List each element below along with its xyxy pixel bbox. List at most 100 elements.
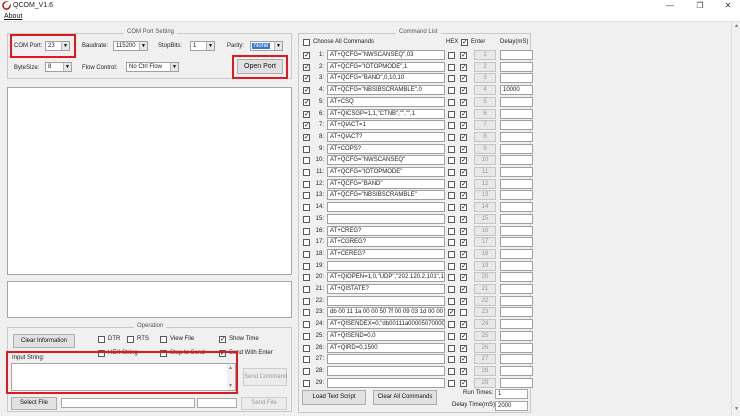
command-send-button[interactable]: 22 bbox=[474, 295, 496, 306]
command-send-button[interactable]: 16 bbox=[474, 225, 496, 236]
command-send-button[interactable]: 29 bbox=[474, 377, 496, 388]
run-times-field[interactable]: 1 bbox=[495, 389, 528, 399]
command-select-checkbox[interactable] bbox=[303, 239, 310, 247]
command-enter-checkbox[interactable]: ✓ bbox=[460, 192, 467, 200]
command-hex-checkbox[interactable] bbox=[448, 332, 455, 340]
command-send-button[interactable]: 14 bbox=[474, 202, 496, 213]
command-send-button[interactable]: 3 bbox=[474, 73, 496, 84]
command-enter-checkbox[interactable]: ✓ bbox=[460, 332, 467, 340]
stopbits-select[interactable]: 1 ▼ bbox=[190, 41, 215, 51]
command-hex-checkbox[interactable] bbox=[448, 239, 455, 247]
rts-checkbox[interactable] bbox=[127, 336, 134, 343]
command-send-button[interactable]: 5 bbox=[474, 96, 496, 107]
command-hex-checkbox[interactable] bbox=[448, 180, 455, 188]
command-select-checkbox[interactable] bbox=[303, 297, 310, 305]
command-select-checkbox[interactable] bbox=[303, 379, 310, 387]
command-input[interactable]: AT+QCFG="NBSIBSCRAMBLE",0 bbox=[327, 85, 445, 96]
command-select-checkbox[interactable] bbox=[303, 215, 310, 223]
command-select-checkbox[interactable] bbox=[303, 180, 310, 188]
command-select-checkbox[interactable] bbox=[303, 192, 310, 200]
maximize-icon[interactable]: ❐ bbox=[690, 0, 710, 12]
command-enter-checkbox[interactable]: ✓ bbox=[460, 145, 467, 153]
command-delay-field[interactable] bbox=[500, 143, 533, 154]
command-delay-field[interactable] bbox=[500, 202, 533, 213]
command-select-checkbox[interactable]: ✓ bbox=[303, 52, 310, 59]
command-input[interactable]: AT+QISEND=0,0 bbox=[327, 330, 445, 341]
command-delay-field[interactable] bbox=[500, 50, 533, 60]
command-delay-field[interactable] bbox=[500, 377, 533, 388]
command-select-checkbox[interactable] bbox=[303, 227, 310, 235]
command-send-button[interactable]: 8 bbox=[474, 131, 496, 142]
load-text-script-button[interactable]: Load Text Script bbox=[302, 390, 366, 405]
command-hex-checkbox[interactable] bbox=[448, 356, 455, 364]
command-delay-field[interactable] bbox=[500, 167, 533, 177]
log-area[interactable] bbox=[7, 281, 292, 318]
command-hex-checkbox[interactable] bbox=[448, 379, 455, 387]
open-port-button[interactable]: Open Port bbox=[237, 59, 283, 74]
command-send-button[interactable]: 4 bbox=[474, 85, 496, 96]
command-select-checkbox[interactable] bbox=[303, 145, 310, 153]
command-input[interactable] bbox=[327, 202, 445, 213]
command-select-checkbox[interactable] bbox=[303, 367, 310, 375]
command-hex-checkbox[interactable] bbox=[448, 204, 455, 212]
command-hex-checkbox[interactable] bbox=[448, 286, 455, 293]
command-input[interactable]: AT+CEREG? bbox=[327, 248, 445, 259]
command-hex-checkbox[interactable] bbox=[448, 63, 455, 71]
command-select-checkbox[interactable]: ✓ bbox=[303, 63, 310, 71]
command-hex-checkbox[interactable] bbox=[448, 215, 455, 223]
scroll-down-icon[interactable]: ▼ bbox=[734, 406, 739, 412]
command-enter-checkbox[interactable]: ✓ bbox=[460, 379, 467, 387]
command-input[interactable]: AT+CGREG? bbox=[327, 237, 445, 248]
command-input[interactable]: AT+QCFG="IOTOPMODE" bbox=[327, 167, 445, 177]
command-delay-field[interactable] bbox=[500, 330, 533, 341]
command-hex-checkbox[interactable] bbox=[448, 98, 455, 106]
command-enter-checkbox[interactable]: ✓ bbox=[460, 204, 467, 212]
command-enter-checkbox[interactable]: ✓ bbox=[460, 87, 467, 95]
command-select-checkbox[interactable] bbox=[303, 169, 310, 176]
command-hex-checkbox[interactable] bbox=[448, 250, 455, 258]
command-send-button[interactable]: 24 bbox=[474, 319, 496, 330]
command-select-checkbox[interactable]: ✓ bbox=[303, 133, 310, 141]
command-delay-field[interactable] bbox=[500, 190, 533, 201]
command-input[interactable]: AT+QISTATE? bbox=[327, 284, 445, 294]
file-path-field[interactable] bbox=[61, 398, 195, 408]
command-delay-field[interactable] bbox=[500, 307, 533, 318]
command-enter-checkbox[interactable]: ✓ bbox=[460, 239, 467, 247]
enter-all-checkbox[interactable]: ✓ bbox=[461, 39, 468, 46]
command-enter-checkbox[interactable]: ✓ bbox=[460, 356, 467, 364]
show-time-checkbox[interactable]: ✓ bbox=[219, 336, 226, 343]
command-select-checkbox[interactable]: ✓ bbox=[303, 75, 310, 83]
command-input[interactable]: AT+QCFG="BAND" bbox=[327, 178, 445, 189]
delay-time-field[interactable]: 2000 bbox=[495, 401, 528, 411]
command-delay-field[interactable] bbox=[500, 178, 533, 189]
command-enter-checkbox[interactable]: ✓ bbox=[460, 52, 467, 59]
command-input[interactable] bbox=[327, 354, 445, 365]
command-send-button[interactable]: 9 bbox=[474, 143, 496, 154]
command-enter-checkbox[interactable]: ✓ bbox=[460, 133, 467, 141]
command-input[interactable]: AT+QIOPEN=1,0,"UDP","202.120.2.101",12 bbox=[327, 272, 445, 283]
command-send-button[interactable]: 23 bbox=[474, 307, 496, 318]
command-hex-checkbox[interactable]: ✓ bbox=[448, 309, 455, 317]
command-delay-field[interactable] bbox=[500, 108, 533, 119]
command-enter-checkbox[interactable]: ✓ bbox=[460, 250, 467, 258]
command-send-button[interactable]: 11 bbox=[474, 167, 496, 177]
command-input[interactable]: AT+QISENDEX=0,"db00111a000050700009 bbox=[327, 319, 445, 330]
send-file-button[interactable]: Send File bbox=[241, 397, 287, 410]
command-select-checkbox[interactable] bbox=[303, 157, 310, 165]
menu-about[interactable]: About bbox=[4, 13, 22, 20]
command-select-checkbox[interactable] bbox=[303, 356, 310, 364]
command-send-button[interactable]: 2 bbox=[474, 61, 496, 72]
command-hex-checkbox[interactable] bbox=[448, 52, 455, 59]
command-delay-field[interactable] bbox=[500, 120, 533, 131]
choose-all-checkbox[interactable] bbox=[303, 39, 310, 46]
command-enter-checkbox[interactable]: ✓ bbox=[460, 297, 467, 305]
command-input[interactable]: AT+QCFG="IOTOPMODE",1 bbox=[327, 61, 445, 72]
clear-information-button[interactable]: Clear Information bbox=[13, 334, 75, 348]
command-hex-checkbox[interactable] bbox=[448, 274, 455, 282]
command-enter-checkbox[interactable]: ✓ bbox=[460, 122, 467, 130]
receive-output-area[interactable] bbox=[7, 87, 292, 275]
command-input[interactable]: AT+QICSGP=1,1,"CTNB","","",1 bbox=[327, 108, 445, 119]
command-enter-checkbox[interactable]: ✓ bbox=[460, 157, 467, 165]
command-input[interactable]: AT+QCFG="NWSCANSEQ" bbox=[327, 155, 445, 166]
command-send-button[interactable]: 21 bbox=[474, 284, 496, 294]
